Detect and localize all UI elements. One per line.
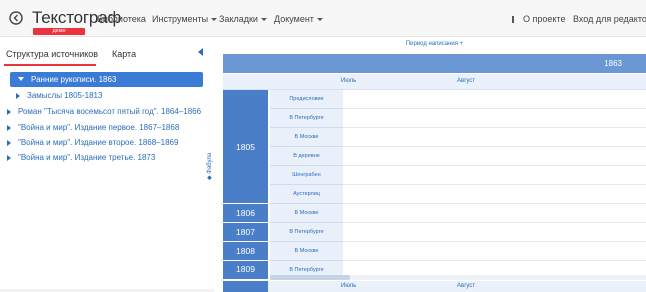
tree-item-label: "Война и мир". Издание первое. 1867–1868	[18, 123, 180, 132]
nav-library[interactable]: Библиотека	[97, 14, 146, 24]
timeline-row	[343, 90, 646, 109]
caret-down-icon	[18, 77, 24, 81]
caret-right-icon	[7, 155, 11, 161]
place-cell[interactable]: В Петербурге	[270, 109, 343, 128]
collapse-panel-icon[interactable]	[198, 48, 203, 56]
nav-document-label: Документ	[274, 14, 314, 24]
nav-tools[interactable]: Инструменты	[152, 14, 218, 24]
place-cell[interactable]: В Москве	[270, 242, 343, 261]
tree-item[interactable]: "Война и мир". Издание третье. 1873	[7, 153, 156, 162]
timeline-row	[343, 147, 646, 166]
year-header: 1863	[223, 54, 646, 73]
plus-icon: +	[459, 41, 464, 47]
timeline-row	[343, 109, 646, 128]
place-cell[interactable]: Предисловие	[270, 90, 343, 109]
timeline-row	[343, 204, 646, 223]
tree-item-label: "Война и мир". Издание третье. 1873	[18, 153, 156, 162]
tree-item[interactable]: "Война и мир". Издание второе. 1868–1869	[7, 138, 179, 147]
nav-login-label: Вход для редактор	[573, 14, 646, 24]
caret-right-icon	[7, 125, 11, 131]
timeline-row	[343, 128, 646, 147]
sources-panel: Структура источников Карта Ранние рукопи…	[0, 37, 214, 292]
tree-item[interactable]: "Война и мир". Издание первое. 1867–1868	[7, 123, 180, 132]
tree-item-label: Ранние рукописи. 1863	[31, 75, 117, 84]
caret-right-icon	[16, 93, 20, 99]
month-footer: Июль Август	[223, 281, 646, 292]
place-cell[interactable]: Шенграбен	[270, 166, 343, 185]
place-cell[interactable]: В деревне	[270, 147, 343, 166]
panel-splitter[interactable]	[214, 37, 223, 292]
row-year-cell[interactable]: 1805	[223, 90, 268, 204]
year-header-label: 1863	[604, 59, 622, 68]
period-label[interactable]: Период написания +	[223, 41, 646, 47]
place-cell[interactable]: Аустерлиц	[270, 185, 343, 204]
timeline-row	[343, 242, 646, 261]
top-navbar: Текстограф демо Библиотека Инструменты З…	[0, 0, 646, 37]
row-year-cell[interactable]: 1808	[223, 242, 268, 261]
nav-document[interactable]: Документ	[274, 14, 323, 24]
tree-item[interactable]: Роман "Тысяча восемьсот пятый год". 1864…	[7, 107, 202, 116]
tree-subitem[interactable]: Замыслы 1805-1813	[16, 91, 103, 100]
back-arrow-icon[interactable]	[9, 11, 23, 25]
tree-item-label: Роман "Тысяча восемьсот пятый год". 1864…	[18, 107, 202, 116]
tab-map[interactable]: Карта	[112, 49, 136, 59]
caret-right-icon	[7, 109, 11, 115]
caret-right-icon	[7, 140, 11, 146]
demo-badge: демо	[33, 28, 85, 35]
info-icon	[512, 16, 520, 23]
month-label: Август	[457, 78, 476, 84]
row-year-cell[interactable]: 1807	[223, 223, 268, 242]
nav-about-label: О проекте	[523, 14, 566, 24]
year-footer-cell	[223, 281, 268, 292]
chevron-down-icon	[211, 18, 218, 22]
tab-sources-structure[interactable]: Структура источников	[6, 49, 98, 59]
month-label: Август	[457, 283, 476, 289]
plot-axis-label-text: Фабула	[207, 152, 213, 174]
period-label-text: Период написания	[405, 41, 459, 47]
nav-login[interactable]: Вход для редактор	[573, 14, 646, 24]
place-cell[interactable]: В Москве	[270, 128, 343, 147]
nav-about[interactable]: О проекте	[512, 14, 565, 24]
row-year-cell[interactable]: 1806	[223, 204, 268, 223]
timeline-grid: Период написания + 1863 Июль Август 1805…	[223, 37, 646, 292]
horizontal-scrollbar[interactable]	[270, 275, 646, 280]
month-label: Июль	[341, 78, 357, 84]
plot-axis-label[interactable]: ◆ Фабула	[206, 153, 213, 180]
place-cell[interactable]: В Москве	[270, 204, 343, 223]
tree-item-label: Замыслы 1805-1813	[27, 91, 103, 100]
nav-bookmarks-label: Закладки	[219, 14, 258, 24]
month-header: Июль Август	[223, 74, 646, 90]
nav-library-label: Библиотека	[97, 14, 146, 24]
nav-tools-label: Инструменты	[152, 14, 209, 24]
timeline-row	[343, 185, 646, 204]
active-tab-indicator	[4, 64, 96, 66]
row-year-cell[interactable]: 1809	[223, 261, 268, 280]
month-label: Июль	[341, 283, 357, 289]
timeline-row	[343, 166, 646, 185]
chevron-down-icon	[316, 18, 323, 22]
scrollbar-thumb[interactable]	[270, 275, 350, 280]
tree-item-label: "Война и мир". Издание второе. 1868–1869	[18, 138, 179, 147]
chevron-down-icon	[260, 18, 267, 22]
tree-item-selected[interactable]: Ранние рукописи. 1863	[10, 72, 203, 87]
nav-bookmarks[interactable]: Закладки	[219, 14, 267, 24]
timeline-row	[343, 223, 646, 242]
place-cell[interactable]: В Петербурге	[270, 223, 343, 242]
